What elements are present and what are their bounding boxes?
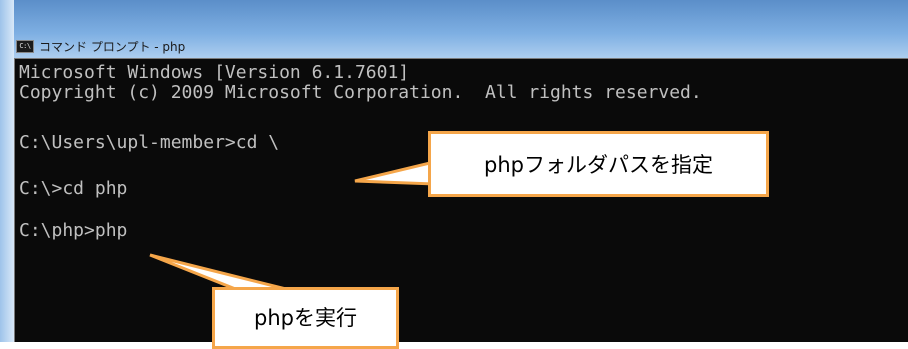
callout-path-text: phpフォルダパスを指定 <box>484 153 713 177</box>
callout-path-hint: phpフォルダパスを指定 <box>428 131 769 197</box>
callout-pointer-path <box>354 160 436 186</box>
callout-run-text: phpを実行 <box>254 306 357 330</box>
callout-run-hint: phpを実行 <box>212 287 399 349</box>
callout-pointer-run <box>149 253 291 292</box>
